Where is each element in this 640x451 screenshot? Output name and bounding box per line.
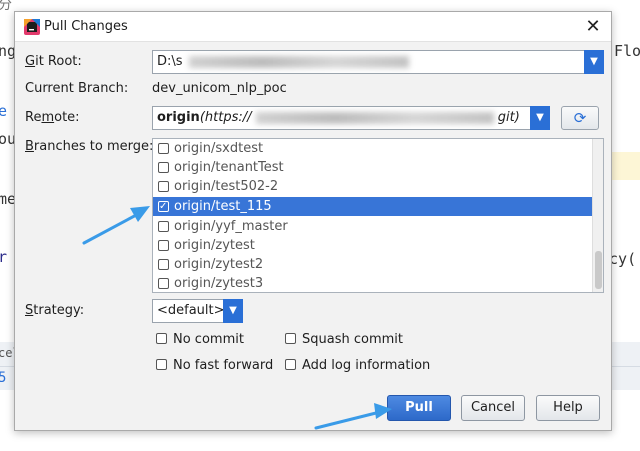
branch-item[interactable]: origin/zytest3 — [153, 274, 593, 292]
strategy-label: Strategy: — [25, 303, 85, 318]
dialog-title: Pull Changes — [44, 19, 128, 34]
branch-item[interactable]: origin/zytest — [153, 236, 593, 255]
remote-url-end: git) — [497, 110, 520, 125]
branch-item[interactable]: origin/tenantTest — [153, 158, 593, 177]
editor-highlight-band — [612, 152, 640, 180]
add-log-checkbox[interactable] — [285, 359, 296, 370]
strategy-value: <default> — [157, 303, 225, 318]
add-log-option[interactable]: Add log information — [285, 358, 430, 373]
remote-combo[interactable]: origin(https:// git) ▼ — [152, 106, 550, 130]
redacted-path — [188, 55, 409, 68]
branch-checkbox[interactable] — [158, 240, 169, 251]
branch-checkbox-checked[interactable] — [158, 197, 169, 216]
remote-name: origin — [157, 110, 200, 125]
git-root-label: Git Root: — [25, 54, 82, 69]
chevron-down-icon[interactable]: ▼ — [530, 106, 550, 130]
refresh-remotes-button[interactable]: ⟳ — [561, 106, 599, 130]
git-root-combo[interactable]: D:\s ▼ — [152, 50, 604, 74]
no-commit-option[interactable]: No commit — [156, 332, 244, 347]
chevron-down-icon[interactable]: ▼ — [223, 299, 243, 323]
squash-commit-option[interactable]: Squash commit — [285, 332, 403, 347]
no-fast-forward-option[interactable]: No fast forward — [156, 358, 273, 373]
branch-item[interactable]: origin/yyf_master — [153, 217, 593, 236]
no-commit-checkbox[interactable] — [156, 333, 167, 344]
refresh-icon: ⟳ — [573, 109, 587, 127]
branch-checkbox[interactable] — [158, 181, 169, 192]
intellij-app-icon — [24, 19, 40, 35]
current-branch-label: Current Branch: — [25, 81, 129, 96]
branches-list[interactable]: origin/sxdtest origin/tenantTest origin/… — [152, 138, 604, 293]
remote-url-start: (https:// — [199, 110, 252, 125]
remote-label: Remote: — [25, 110, 80, 125]
redacted-url — [255, 111, 494, 124]
background-text: e — [0, 102, 8, 120]
branch-checkbox[interactable] — [158, 143, 169, 154]
no-fast-forward-checkbox[interactable] — [156, 359, 167, 370]
pull-changes-dialog: Pull Changes ✕ Git Root: D:\s ▼ Current … — [14, 11, 612, 431]
background-text: Flo — [614, 42, 640, 60]
branch-item[interactable]: origin/zytest2 — [153, 255, 593, 274]
background-text: 分 — [0, 0, 12, 13]
background-text: r — [0, 248, 8, 266]
branch-checkbox[interactable] — [158, 162, 169, 173]
branch-item[interactable]: origin/test502-2 — [153, 177, 593, 196]
branch-checkbox[interactable] — [158, 259, 169, 270]
branch-item-selected[interactable]: origin/test_115 — [153, 197, 593, 216]
strategy-combo[interactable]: <default> ▼ — [152, 299, 243, 323]
git-root-value: D:\s — [157, 54, 183, 69]
branch-checkbox[interactable] — [158, 278, 169, 289]
branch-checkbox[interactable] — [158, 221, 169, 232]
background-text: 5 — [0, 370, 7, 386]
current-branch-value: dev_unicom_nlp_poc — [152, 81, 287, 96]
help-button[interactable]: Help — [536, 395, 600, 421]
squash-commit-checkbox[interactable] — [285, 333, 296, 344]
branches-label: Branches to merge: — [25, 139, 154, 154]
branch-item[interactable]: origin/sxdtest — [153, 139, 593, 158]
close-button[interactable]: ✕ — [579, 13, 607, 41]
cancel-button[interactable]: Cancel — [461, 395, 525, 421]
scrollbar-thumb[interactable] — [595, 251, 602, 289]
branches-scrollbar[interactable] — [592, 139, 603, 292]
dialog-titlebar: Pull Changes ✕ — [15, 12, 611, 42]
pull-button[interactable]: Pull — [387, 395, 451, 421]
chevron-down-icon[interactable]: ▼ — [584, 50, 604, 74]
